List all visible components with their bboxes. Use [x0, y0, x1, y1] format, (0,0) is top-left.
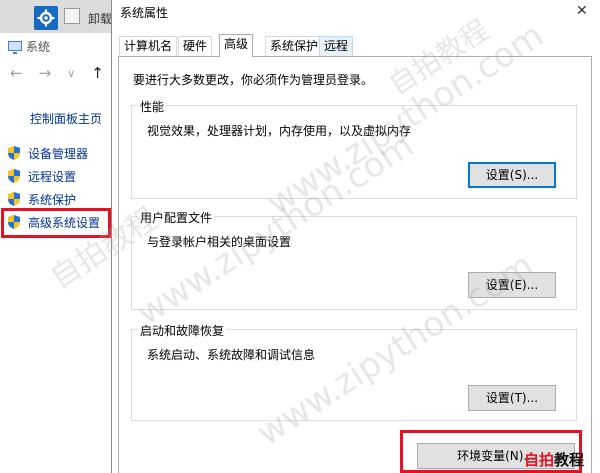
uac-shield-icon	[8, 146, 20, 160]
recent-locations-icon[interactable]: ∨	[67, 67, 75, 80]
performance-group-title: 性能	[138, 98, 167, 115]
uninstall-label[interactable]: 卸载	[88, 10, 112, 27]
tab-computer-name[interactable]: 计算机名	[119, 36, 178, 56]
performance-group: 性能 视觉效果，处理器计划，内存使用，以及虚拟内存 设置(S)...	[131, 98, 577, 199]
device-manager-link[interactable]: 设备管理器	[6, 144, 88, 162]
startup-recovery-group-title: 启动和故障恢复	[138, 322, 227, 339]
user-profiles-group: 用户配置文件 与登录帐户相关的桌面设置 设置(E)...	[131, 209, 577, 310]
navigation-bar: ← → ∨ ↑	[10, 64, 104, 82]
annotation-highlight-box	[1, 208, 111, 238]
startup-recovery-group: 启动和故障恢复 系统启动、系统故障和调试信息 设置(T)...	[131, 322, 577, 421]
control-panel-home-link[interactable]: 控制面板主页	[30, 110, 102, 127]
system-properties-dialog: 系统属性 ✕ 计算机名 硬件 高级 系统保护 远程 要进行大多数更改，你必须作为…	[111, 0, 600, 473]
back-arrow-icon[interactable]: ←	[10, 64, 23, 82]
user-profiles-description: 与登录帐户相关的桌面设置	[147, 235, 292, 249]
system-protection-link[interactable]: 系统保护	[6, 190, 76, 208]
remote-settings-label: 远程设置	[28, 169, 77, 184]
user-profiles-group-title: 用户配置文件	[138, 209, 215, 226]
taskbar-strip: 卸载	[0, 0, 115, 33]
tab-system-protection[interactable]: 系统保护	[265, 36, 324, 56]
user-profiles-settings-button[interactable]: 设置(E)...	[468, 272, 556, 298]
close-icon[interactable]: ✕	[576, 3, 588, 19]
uac-shield-icon	[8, 192, 20, 206]
brand-text-black: 教程	[554, 450, 585, 469]
tab-hardware[interactable]: 硬件	[178, 36, 213, 56]
window-title-text: 系统	[26, 39, 51, 54]
performance-description: 视觉效果，处理器计划，内存使用，以及虚拟内存	[147, 124, 412, 138]
system-window: 卸载 系统 ← → ∨ ↑ 控制面板主页 设备管理器 远程设置 系统保护 高级系…	[0, 0, 115, 473]
dialog-title: 系统属性	[120, 6, 169, 20]
uac-shield-icon	[8, 169, 20, 183]
window-title: 系统	[8, 36, 50, 56]
device-manager-label: 设备管理器	[28, 146, 89, 161]
remote-settings-link[interactable]: 远程设置	[6, 167, 76, 185]
brand-logo: 自拍 教程	[524, 448, 584, 470]
performance-settings-button[interactable]: 设置(S)...	[468, 162, 556, 188]
startup-recovery-description: 系统启动、系统故障和调试信息	[147, 348, 316, 362]
startup-recovery-settings-button[interactable]: 设置(T)...	[468, 385, 556, 411]
computer-icon	[8, 41, 22, 54]
settings-gear-icon[interactable]	[34, 6, 58, 30]
tab-remote[interactable]: 远程	[319, 36, 354, 56]
brand-text-red: 自拍	[524, 450, 555, 469]
system-protection-label: 系统保护	[28, 192, 77, 207]
tab-advanced[interactable]: 高级	[219, 34, 254, 57]
admin-note: 要进行大多数更改，你必须作为管理员登录。	[133, 73, 374, 87]
forward-arrow-icon[interactable]: →	[39, 64, 52, 82]
up-arrow-icon[interactable]: ↑	[91, 64, 104, 82]
uninstall-icon[interactable]	[64, 8, 80, 24]
